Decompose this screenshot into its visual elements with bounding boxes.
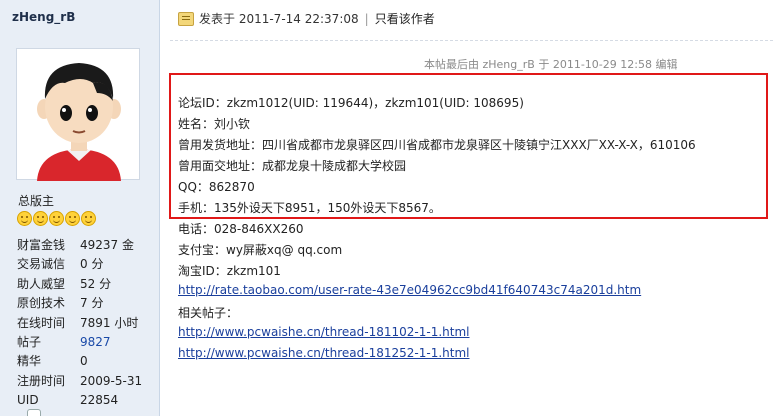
telephone-line: 电话：028-846XX260 [178,222,304,236]
stat-value: 52 分 [80,276,112,291]
star-icon [65,211,80,226]
related-post-link-1[interactable]: http://www.pcwaishe.cn/thread-181102-1-1… [178,325,470,339]
stat-key: 交易诚信 [17,257,66,272]
stat-key: 精华 [17,354,42,369]
stat-value: 0 [80,354,88,369]
avatar[interactable] [16,48,140,181]
star-icon [17,211,32,226]
meetup-address-line: 曾用面交地址：成都龙泉十陵成都大学校园 [178,159,407,173]
stat-value: 0 分 [80,257,104,272]
posts-count-link[interactable]: 9827 [80,333,111,352]
stat-key: 财富金钱 [17,238,66,252]
taobao-id-line: 淘宝ID：zkzm101 [178,264,281,278]
stat-key: 帖子 [17,334,42,349]
stat-key: 注册时间 [17,373,66,388]
only-author-link[interactable]: 只看该作者 [375,10,435,27]
related-post-link-2[interactable]: http://www.pcwaishe.cn/thread-181252-1-1… [178,346,470,360]
star-icon [33,211,48,226]
stat-key: 助人威望 [17,276,66,291]
alipay-line: 支付宝：wy屏蔽xq@ qq.com [178,243,343,257]
stat-value: 7891 小时 [80,315,139,330]
forum-id-line: 论坛ID：zkzm1012(UID: 119644)，zkzm101(UID: … [178,96,524,110]
stat-key: UID [17,393,39,408]
username[interactable]: zHeng_rB [12,10,75,24]
qq-line: QQ：862870 [178,180,255,194]
avatar-cartoon-icon [37,63,121,181]
post-timestamp: 发表于 2011-7-14 22:37:08 [199,12,359,26]
header-separator: | [364,11,369,26]
stat-value: 2009-5-31 [80,373,143,388]
related-posts-label: 相关帖子： [178,306,239,320]
star-icon [81,211,96,226]
post-icon [178,11,194,26]
stat-key: 原创技术 [17,296,66,311]
post-header: 发表于 2011-7-14 22:37:08 | 只看该作者 [178,10,435,27]
stat-value: 7 分 [80,296,104,311]
shipping-address-line: 曾用发货地址：四川省成都市龙泉驿区四川省成都市龙泉驿区十陵镇宁江XXX厂XX-X… [178,138,696,152]
name-line: 姓名：刘小钦 [178,117,251,131]
header-divider [170,40,773,41]
phone-line: 手机：135外设天下8951，150外设天下8567。 [178,201,441,215]
stat-value: 49237 金 [80,238,134,252]
rank-stars [17,211,96,226]
taobao-rate-link[interactable]: http://rate.taobao.com/user-rate-43e7e04… [178,283,641,297]
expand-toggle[interactable] [27,409,41,416]
stat-value: 22854 [80,393,119,408]
star-icon [49,211,64,226]
user-sidebar: zHeng_rB 总版主 财富金钱 49237 金 交易诚信 0 分 助人威望 … [0,0,160,416]
edit-note: 本帖最后由 zHeng_rB 于 2011-10-29 12:58 编辑 [424,58,678,71]
user-group-title: 总版主 [18,194,55,208]
stat-key: 在线时间 [17,315,66,330]
